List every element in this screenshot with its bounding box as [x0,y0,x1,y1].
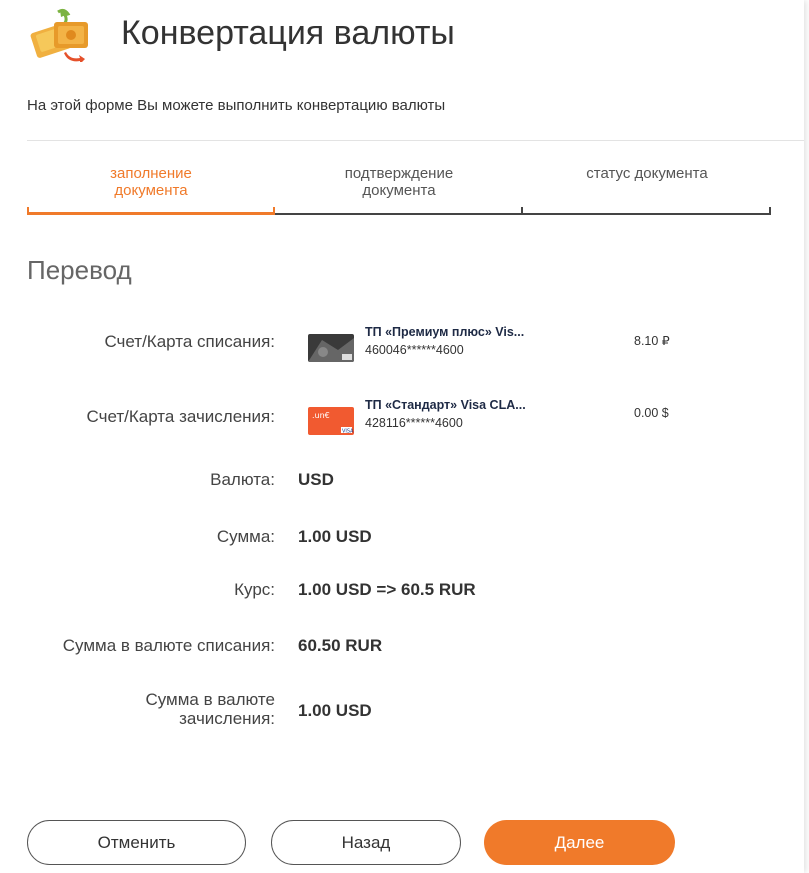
debit-amount-label: Сумма в валюте списания: [62,636,275,655]
rate-value: 1.00 USD => 60.5 RUR [298,580,476,599]
page-title: Конвертация валюты [121,14,455,52]
step-tick [273,207,275,215]
step-label-line1: статус документа [586,165,708,182]
section-title: Перевод [27,255,132,285]
step-document-status: статус документа [523,165,771,182]
debit-card-name: ТП «Премиум плюс» Vis... [365,325,525,339]
currency-label: Валюта: [210,470,275,489]
currency-value: USD [298,470,334,489]
step-tick [769,207,771,215]
divider [27,140,804,141]
debit-card-balance: 8.10 ₽ [634,334,670,348]
step-confirm-document: подтверждение документа [275,165,523,199]
credit-amount-value: 1.00 USD [298,701,372,720]
svg-text:.un€: .un€ [312,411,330,420]
step-tick [521,207,523,215]
credit-amount-label: Сумма в валюте зачисления: [145,690,275,728]
debit-account-label: Счет/Карта списания: [104,332,275,351]
step-label-line2: документа [362,182,436,199]
next-button[interactable]: Далее [484,820,675,865]
amount-value: 1.00 USD [298,527,372,546]
credit-account-label: Счет/Карта зачисления: [86,407,275,426]
svg-text:VISA: VISA [342,429,354,435]
credit-card-name: ТП «Стандарт» Visa CLA... [365,398,526,412]
currency-exchange-icon [30,8,96,64]
rate-label: Курс: [234,580,275,599]
credit-card-number: 428116******4600 [365,416,463,430]
step-tick [27,207,29,215]
credit-account-select[interactable]: .un€ VISA ТП «Стандарт» Visa CLA... 4281… [308,398,708,444]
step-progress-active [27,212,275,215]
step-label-line1: подтверждение [344,165,454,182]
step-label-line1: заполнение [110,165,192,182]
progress-steps: заполнение документа подтверждение докум… [27,165,771,220]
credit-card-balance: 0.00 $ [634,406,669,420]
debit-account-select[interactable]: ТП «Премиум плюс» Vis... 460046******460… [308,325,708,371]
back-button[interactable]: Назад [271,820,461,865]
standard-card-icon: .un€ VISA [308,407,354,435]
premium-card-icon [308,334,354,362]
debit-amount-value: 60.50 RUR [298,636,383,655]
credit-amount-label-line1: Сумма в валюте [145,690,275,709]
step-label-line2: документа [114,182,188,199]
amount-label: Сумма: [216,527,275,546]
credit-amount-label-line2: зачисления: [179,709,275,728]
cancel-button[interactable]: Отменить [27,820,246,865]
step-progress-track [275,213,771,215]
step-fill-document: заполнение документа [27,165,275,199]
page-subtitle: На этой форме Вы можете выполнить конвер… [27,97,446,114]
debit-card-number: 460046******4600 [365,343,464,357]
